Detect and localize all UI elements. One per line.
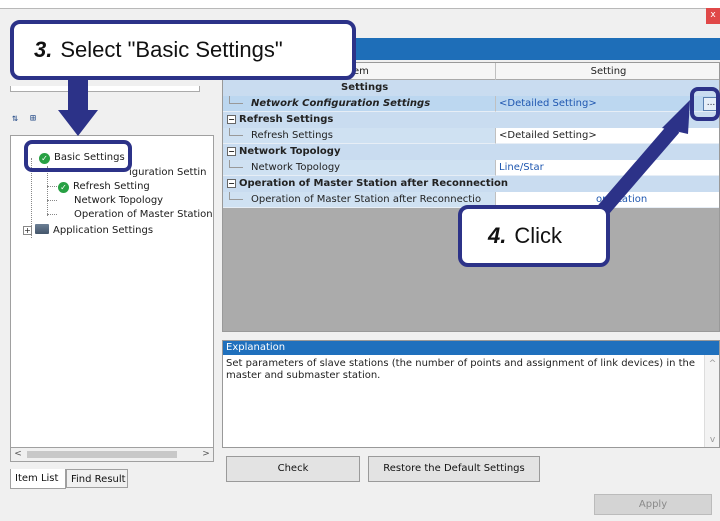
basic-settings-highlight: [24, 140, 132, 172]
step3-callout: 3. Select "Basic Settings": [10, 20, 356, 80]
detail-button-highlight: [690, 87, 720, 121]
arrow-down-head: [58, 110, 98, 136]
arrow-down-shaft: [68, 78, 88, 112]
step4-callout: 4. Click: [458, 205, 610, 267]
arrow-diagonal-shaft: [592, 123, 680, 221]
arrow-diagonal-head: [662, 100, 690, 134]
